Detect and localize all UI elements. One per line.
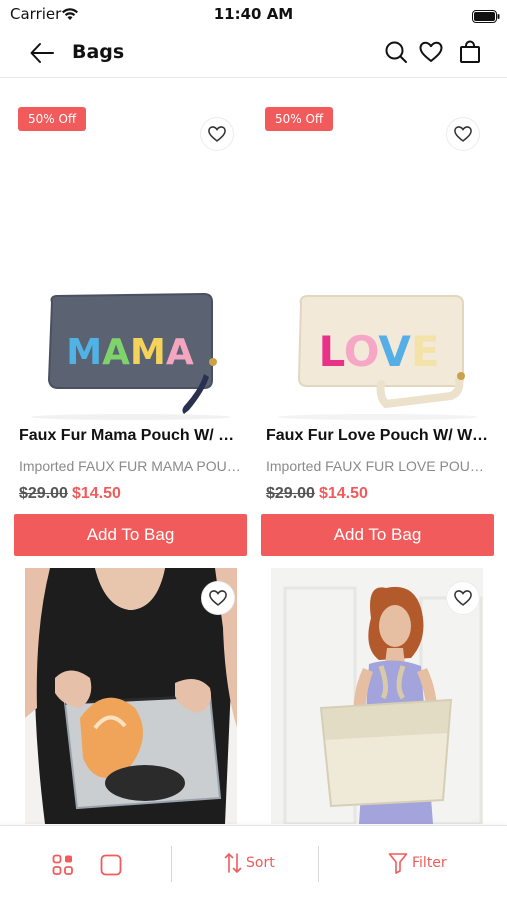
heart-icon: [419, 41, 443, 62]
filter-label: Filter: [412, 855, 447, 871]
product-description: Imported FAUX FUR MAMA POUCH W/ WRISTLET: [19, 458, 244, 474]
favorite-button[interactable]: [201, 581, 235, 615]
sale-price: $14.50: [71, 485, 121, 502]
status-bar: Carrier 11:40 AM: [0, 0, 507, 28]
page-title: Bags: [72, 41, 125, 63]
search-button[interactable]: [383, 39, 409, 65]
favorite-button[interactable]: [446, 581, 480, 615]
heart-icon: [208, 126, 226, 142]
add-to-bag-button[interactable]: Add To Bag: [261, 514, 494, 556]
sort-label: Sort: [246, 855, 275, 871]
heart-icon: [454, 126, 472, 142]
mama-print: MAMA: [66, 332, 194, 373]
toolbar-divider: [318, 846, 319, 882]
sale-price: $14.50: [318, 485, 368, 502]
cart-button[interactable]: [457, 39, 483, 65]
back-button[interactable]: [28, 39, 58, 67]
filter-icon: [388, 853, 408, 874]
list-view-button[interactable]: [100, 854, 122, 880]
search-icon: [385, 41, 407, 63]
wishlist-button[interactable]: [418, 39, 444, 65]
shopping-bag-icon: [460, 40, 480, 63]
price-row: $29.00 $14.50: [266, 485, 368, 503]
price-row: $29.00 $14.50: [19, 485, 121, 503]
discount-badge: 50% Off: [18, 107, 87, 131]
battery-icon: [472, 8, 500, 27]
product-description: Imported FAUX FUR LOVE POUCH W/ WRISTLET: [266, 458, 491, 474]
toolbar-divider: [171, 846, 172, 882]
single-view-icon: [100, 854, 122, 876]
product-name[interactable]: Faux Fur Love Pouch W/ Wristlet: [266, 427, 494, 445]
product-name[interactable]: Faux Fur Mama Pouch W/ Wristlet: [19, 427, 247, 445]
heart-icon: [454, 590, 472, 606]
original-price: $29.00: [19, 485, 68, 502]
discount-badge: 50% Off: [265, 107, 334, 131]
sort-button[interactable]: Sort: [224, 852, 275, 874]
grid-view-button[interactable]: [52, 854, 74, 880]
grid-view-icon: [52, 854, 73, 875]
status-time: 11:40 AM: [213, 5, 294, 23]
add-to-bag-button[interactable]: Add To Bag: [14, 514, 247, 556]
original-price: $29.00: [266, 485, 315, 502]
filter-button[interactable]: Filter: [388, 852, 447, 874]
favorite-button[interactable]: [446, 117, 480, 151]
favorite-button[interactable]: [200, 117, 234, 151]
love-print: LOVE: [318, 327, 439, 376]
back-arrow-icon: [30, 43, 54, 63]
sort-icon: [224, 852, 242, 874]
heart-icon: [209, 590, 227, 606]
bottom-toolbar: Sort Filter: [0, 825, 507, 900]
app-header: Bags: [0, 28, 507, 78]
